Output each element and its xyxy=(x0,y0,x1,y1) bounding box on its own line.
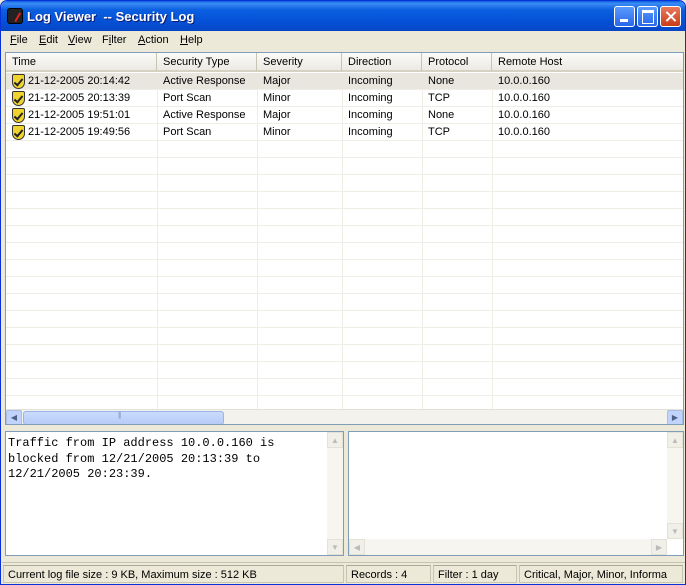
cell-direction: Incoming xyxy=(348,92,393,104)
cell-security-type: Port Scan xyxy=(163,92,212,104)
title-bar[interactable]: Log Viewer -- Security Log xyxy=(1,1,685,31)
scroll-right-button[interactable]: ▶ xyxy=(651,539,667,555)
cell-protocol: TCP xyxy=(428,126,450,138)
horizontal-scrollbar[interactable]: ◀ ▶ xyxy=(6,409,683,424)
cell-direction: Incoming xyxy=(348,126,393,138)
cell-security-type: Port Scan xyxy=(163,126,212,138)
menu-help[interactable]: Help xyxy=(180,34,203,46)
empty-row xyxy=(6,345,683,362)
empty-row xyxy=(6,141,683,158)
scroll-down-button[interactable]: ▼ xyxy=(327,539,343,555)
minimize-button[interactable] xyxy=(614,6,635,27)
log-viewer-window: Log Viewer -- Security Log File Edit Vie… xyxy=(0,0,686,585)
cell-protocol: TCP xyxy=(428,92,450,104)
status-records: Records : 4 xyxy=(346,565,431,583)
status-filter: Filter : 1 day xyxy=(433,565,517,583)
scroll-up-button[interactable]: ▲ xyxy=(327,432,343,448)
menu-file[interactable]: File xyxy=(10,34,28,46)
empty-row xyxy=(6,175,683,192)
menu-bar: File Edit View Filter Action Help xyxy=(4,31,684,50)
shield-icon xyxy=(12,74,25,89)
empty-row xyxy=(6,243,683,260)
column-header-time[interactable]: Time xyxy=(6,53,157,71)
table-row[interactable]: 21-12-2005 19:49:56 Port Scan Minor Inco… xyxy=(6,124,683,141)
menu-edit[interactable]: Edit xyxy=(39,34,58,46)
empty-row xyxy=(6,158,683,175)
status-bar: Current log file size : 9 KB, Maximum si… xyxy=(2,562,685,584)
cell-severity: Major xyxy=(263,109,291,121)
details-vertical-scrollbar[interactable]: ▲ ▼ xyxy=(327,432,343,555)
details-text: Traffic from IP address 10.0.0.160 is bl… xyxy=(8,436,275,481)
column-header-security-type[interactable]: Security Type xyxy=(157,53,257,71)
column-header-severity[interactable]: Severity xyxy=(257,53,342,71)
column-header-remote-host[interactable]: Remote Host xyxy=(492,53,683,71)
scroll-thumb[interactable] xyxy=(23,411,224,424)
cell-direction: Incoming xyxy=(348,75,393,87)
table-row[interactable]: 21-12-2005 19:51:01 Active Response Majo… xyxy=(6,107,683,124)
empty-row xyxy=(6,209,683,226)
empty-row xyxy=(6,277,683,294)
data-vertical-scrollbar[interactable]: ▲ ▼ xyxy=(667,432,683,539)
cell-remote-host: 10.0.0.160 xyxy=(498,75,550,87)
empty-row xyxy=(6,328,683,345)
log-list[interactable]: Time Security Type Severity Direction Pr… xyxy=(5,52,684,425)
maximize-button[interactable] xyxy=(637,6,658,27)
empty-row xyxy=(6,379,683,396)
menu-filter[interactable]: Filter xyxy=(102,34,126,46)
data-horizontal-scrollbar[interactable]: ◀ ▶ xyxy=(349,539,667,555)
cell-remote-host: 10.0.0.160 xyxy=(498,109,550,121)
cell-security-type: Active Response xyxy=(163,109,246,121)
empty-row xyxy=(6,226,683,243)
window-title: Log Viewer -- Security Log xyxy=(27,9,195,24)
shield-icon xyxy=(12,125,25,140)
scroll-left-button[interactable]: ◀ xyxy=(6,410,22,424)
cell-protocol: None xyxy=(428,109,455,121)
empty-row xyxy=(6,192,683,209)
cell-remote-host: 10.0.0.160 xyxy=(498,92,550,104)
cell-protocol: None xyxy=(428,75,455,87)
menu-action[interactable]: Action xyxy=(138,34,169,46)
status-log-size: Current log file size : 9 KB, Maximum si… xyxy=(3,565,344,583)
scroll-right-button[interactable]: ▶ xyxy=(667,410,683,424)
scroll-down-button[interactable]: ▼ xyxy=(667,523,683,539)
column-header-protocol[interactable]: Protocol xyxy=(422,53,492,71)
cell-severity: Major xyxy=(263,75,291,87)
close-button[interactable] xyxy=(660,6,681,27)
cell-time: 21-12-2005 19:51:01 xyxy=(28,109,131,121)
shield-icon xyxy=(12,108,25,123)
empty-row xyxy=(6,260,683,277)
empty-row xyxy=(6,311,683,328)
column-header-direction[interactable]: Direction xyxy=(342,53,422,71)
details-pane[interactable]: Traffic from IP address 10.0.0.160 is bl… xyxy=(5,431,344,556)
empty-row xyxy=(6,294,683,311)
empty-row xyxy=(6,362,683,379)
scroll-left-button[interactable]: ◀ xyxy=(349,539,365,555)
shield-icon xyxy=(12,91,25,106)
data-pane[interactable]: ▲ ▼ ◀ ▶ xyxy=(348,431,684,556)
table-row[interactable]: 21-12-2005 20:13:39 Port Scan Minor Inco… xyxy=(6,90,683,107)
scroll-up-button[interactable]: ▲ xyxy=(667,432,683,448)
app-icon[interactable] xyxy=(7,8,23,24)
cell-time: 21-12-2005 19:49:56 xyxy=(28,126,131,138)
table-row[interactable]: 21-12-2005 20:14:42 Active Response Majo… xyxy=(6,73,683,90)
cell-severity: Minor xyxy=(263,126,291,138)
cell-time: 21-12-2005 20:14:42 xyxy=(28,75,131,87)
cell-security-type: Active Response xyxy=(163,75,246,87)
status-severities: Critical, Major, Minor, Informa xyxy=(519,565,683,583)
cell-severity: Minor xyxy=(263,92,291,104)
cell-direction: Incoming xyxy=(348,109,393,121)
cell-time: 21-12-2005 20:13:39 xyxy=(28,92,131,104)
cell-remote-host: 10.0.0.160 xyxy=(498,126,550,138)
column-header-row: Time Security Type Severity Direction Pr… xyxy=(6,53,683,72)
menu-view[interactable]: View xyxy=(68,34,92,46)
